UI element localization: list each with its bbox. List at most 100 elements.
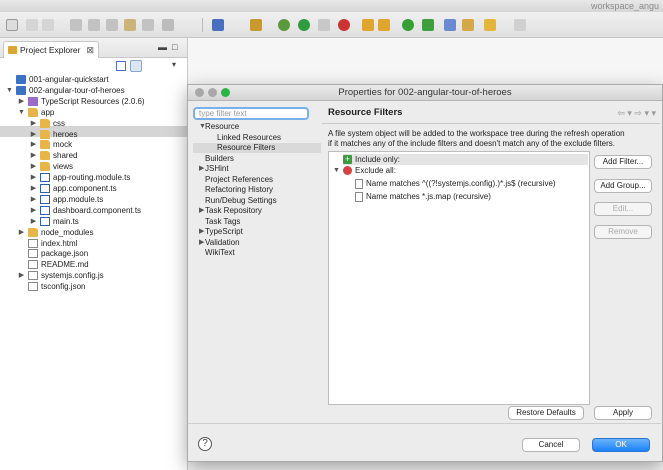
collapsed-arrow-icon[interactable]: ▶ [30, 129, 37, 140]
tree-item[interactable]: ▶ shared [30, 150, 77, 161]
server-stop-icon[interactable] [422, 19, 434, 31]
tree-item[interactable]: ▶ css [30, 118, 65, 129]
tree-item[interactable]: ▶ mock [30, 139, 72, 150]
edit-button[interactable]: Edit... [594, 202, 652, 216]
minimize-icon[interactable]: ▬ [158, 42, 167, 52]
collapsed-arrow-icon[interactable]: ▶ [30, 205, 37, 216]
tree-item[interactable]: ▶ heroes [30, 129, 77, 140]
run-icon[interactable] [298, 19, 310, 31]
external-tools-icon[interactable] [338, 19, 350, 31]
expanded-arrow-icon[interactable]: ▼ [18, 107, 25, 118]
collapsed-arrow-icon[interactable]: ▶ [30, 118, 37, 129]
tree-item[interactable]: ▶ dashboard.component.ts [30, 205, 141, 216]
nav-item[interactable]: Resource Filters [193, 143, 321, 153]
maximize-icon[interactable]: □ [172, 42, 177, 52]
nav-item[interactable]: ▶ JSHint [199, 164, 229, 174]
cancel-button[interactable]: Cancel [522, 438, 580, 452]
tree-item[interactable]: ▶ app-routing.module.ts [30, 172, 130, 183]
collapsed-arrow-icon[interactable]: ▶ [199, 164, 204, 174]
help-icon[interactable]: ? [198, 437, 212, 451]
tree-item[interactable]: ▶ main.ts [30, 216, 79, 227]
nav-item[interactable]: ▼ Resource [199, 122, 239, 132]
add-group-button[interactable]: Add Group... [594, 179, 652, 193]
nav-item[interactable]: ▶ Validation [199, 238, 240, 248]
wrench-icon[interactable] [142, 19, 154, 31]
filter-input[interactable]: type filter text [193, 107, 309, 120]
nav-item[interactable]: Run/Debug Settings [205, 196, 277, 206]
open-type-icon[interactable] [362, 19, 374, 31]
outline-icon[interactable] [212, 19, 224, 31]
save-icon[interactable] [26, 19, 38, 31]
collapsed-arrow-icon[interactable]: ▶ [30, 183, 37, 194]
filter-rule-row[interactable]: Name matches ^((?!systemjs.config).)*.js… [355, 178, 556, 189]
collapsed-arrow-icon[interactable]: ▶ [18, 227, 25, 238]
annotation-icon[interactable] [462, 19, 474, 31]
package-icon[interactable] [88, 19, 100, 31]
tree-item[interactable]: ▼ app [18, 107, 54, 118]
page-nav-arrows-icon[interactable]: ⇦ ▾ ⇨ ▾ ▾ [617, 108, 656, 119]
save-all-icon[interactable] [42, 19, 54, 31]
expand-arrow-icon[interactable]: ▼ [333, 165, 340, 176]
filter-rule-row[interactable]: Name matches *.js.map (recursive) [355, 191, 491, 202]
tab-project-explorer[interactable]: Project Explorer ⊠ [3, 41, 100, 58]
exclude-group-row[interactable]: ▼ Exclude all: [333, 165, 396, 176]
nav-item[interactable]: Linked Resources [217, 133, 281, 143]
nav-item[interactable]: WikiText [205, 248, 235, 258]
remove-button[interactable]: Remove [594, 225, 652, 239]
server-start-icon[interactable] [402, 19, 414, 31]
collapsed-arrow-icon[interactable]: ▶ [199, 238, 204, 248]
tree-item[interactable]: ▶ app.module.ts [30, 194, 103, 205]
new-icon[interactable] [6, 19, 18, 31]
tree-item[interactable]: ▼ 002-angular-tour-of-heroes [6, 85, 125, 96]
apply-button[interactable]: Apply [594, 406, 652, 420]
expanded-arrow-icon[interactable]: ▼ [6, 85, 13, 96]
view-menu-icon[interactable]: ▾ [172, 60, 176, 69]
include-group-row[interactable]: + Include only: [343, 154, 588, 165]
collapse-all-icon[interactable] [116, 61, 126, 71]
collapsed-arrow-icon[interactable]: ▶ [30, 194, 37, 205]
folder-icon[interactable] [124, 19, 136, 31]
collapsed-arrow-icon[interactable]: ▶ [30, 161, 37, 172]
collapsed-arrow-icon[interactable]: ▶ [30, 139, 37, 150]
nav-item[interactable]: Refactoring History [205, 185, 273, 195]
tree-item[interactable]: ▶ app.component.ts [30, 183, 117, 194]
pin-icon[interactable] [444, 19, 456, 31]
link-editor-icon[interactable] [130, 60, 142, 72]
collapsed-arrow-icon[interactable]: ▶ [30, 216, 37, 227]
tree-item[interactable]: 001-angular-quickstart [6, 74, 109, 85]
open-task-icon[interactable] [378, 19, 390, 31]
nav-item[interactable]: ▶ Task Repository [199, 206, 262, 216]
collapsed-arrow-icon[interactable]: ▶ [18, 96, 25, 107]
collapsed-arrow-icon[interactable]: ▶ [30, 172, 37, 183]
build-icon[interactable] [106, 19, 118, 31]
tree-item[interactable]: README.md [18, 259, 89, 270]
nav-item[interactable]: Project References [205, 175, 273, 185]
nav-item[interactable]: ▶ TypeScript [199, 227, 243, 237]
tree-item[interactable]: ▶ node_modules [18, 227, 93, 238]
forward-icon[interactable] [514, 19, 526, 31]
collapsed-arrow-icon[interactable]: ▶ [30, 150, 37, 161]
collapsed-arrow-icon[interactable]: ▶ [199, 227, 204, 237]
collapsed-arrow-icon[interactable]: ▶ [18, 270, 25, 281]
tree-item[interactable]: package.json [18, 248, 88, 259]
restore-defaults-button[interactable]: Restore Defaults [508, 406, 584, 420]
nav-item[interactable]: Builders [205, 154, 234, 164]
debug-icon[interactable] [278, 19, 290, 31]
add-filter-button[interactable]: Add Filter... [594, 155, 652, 169]
terminal-icon[interactable] [70, 19, 82, 31]
expanded-arrow-icon[interactable]: ▼ [199, 122, 206, 132]
tree-item[interactable]: tsconfig.json [18, 281, 85, 292]
tree-item[interactable]: index.html [18, 238, 77, 249]
back-icon[interactable] [484, 19, 496, 31]
run-config-icon[interactable] [250, 19, 262, 31]
search-icon[interactable] [162, 19, 174, 31]
nav-item[interactable]: Task Tags [205, 217, 240, 227]
tree-item[interactable]: ▶ views [30, 161, 73, 172]
profile-icon[interactable] [318, 19, 330, 31]
ok-button[interactable]: OK [592, 438, 650, 452]
collapsed-arrow-icon[interactable]: ▶ [199, 206, 204, 216]
tree-item[interactable]: ▶ systemjs.config.js [18, 270, 104, 281]
close-icon[interactable]: ⊠ [86, 43, 94, 58]
filters-list[interactable]: + Include only: ▼ Exclude all: Name matc… [328, 151, 590, 405]
tree-item[interactable]: ▶ TypeScript Resources (2.0.6) [18, 96, 145, 107]
